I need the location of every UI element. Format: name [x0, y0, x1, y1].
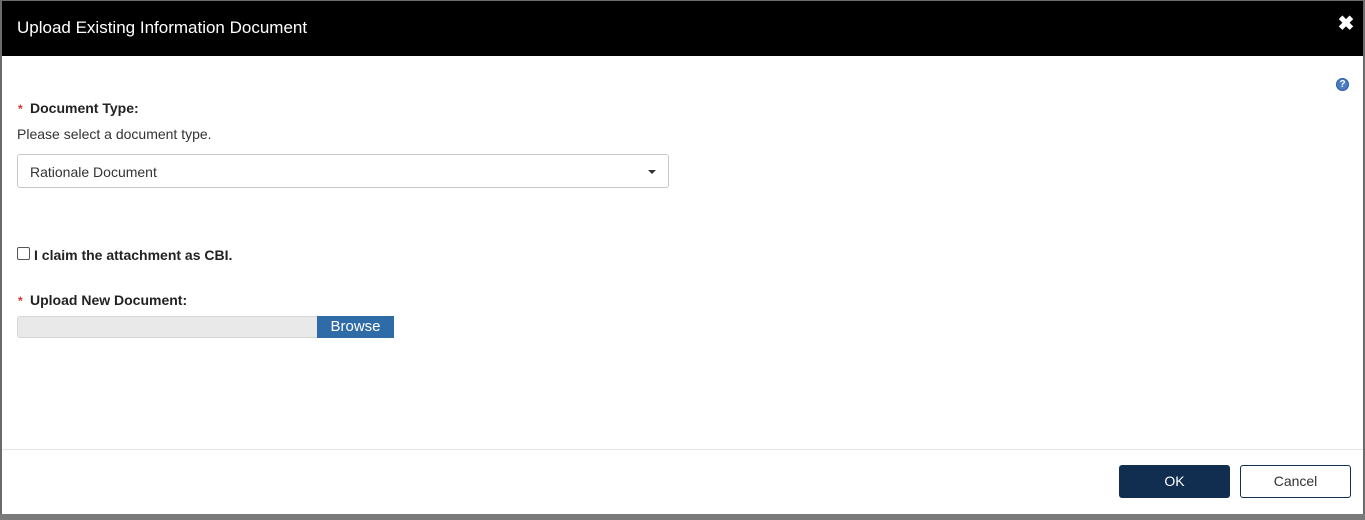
document-type-hint: Please select a document type.	[17, 126, 212, 142]
required-marker: *	[18, 294, 23, 308]
close-icon[interactable]: ✖	[1337, 14, 1355, 34]
browse-button[interactable]: Browse	[317, 316, 394, 338]
document-type-select[interactable]: Rationale Document	[17, 154, 669, 188]
document-type-label: Document Type:	[30, 100, 139, 116]
file-path-field[interactable]	[17, 316, 317, 338]
cbi-checkbox-label[interactable]: I claim the attachment as CBI.	[34, 247, 232, 263]
dialog-title: Upload Existing Information Document	[17, 18, 308, 37]
cbi-checkbox[interactable]	[17, 247, 30, 260]
footer-divider	[2, 449, 1363, 450]
document-type-label-row: * Document Type:	[18, 100, 139, 117]
ok-button[interactable]: OK	[1119, 465, 1230, 498]
upload-document-label-row: * Upload New Document:	[18, 292, 187, 309]
cancel-button[interactable]: Cancel	[1240, 465, 1351, 498]
upload-document-dialog: Upload Existing Information Document ✖ ?…	[2, 1, 1363, 514]
help-icon[interactable]: ?	[1336, 78, 1349, 91]
modal-backdrop	[0, 514, 1365, 520]
document-type-selected-value: Rationale Document	[30, 164, 157, 180]
dialog-header: Upload Existing Information Document ✖	[2, 1, 1363, 56]
caret-down-icon	[648, 170, 656, 174]
required-marker: *	[18, 102, 23, 116]
upload-document-label: Upload New Document:	[30, 292, 188, 308]
